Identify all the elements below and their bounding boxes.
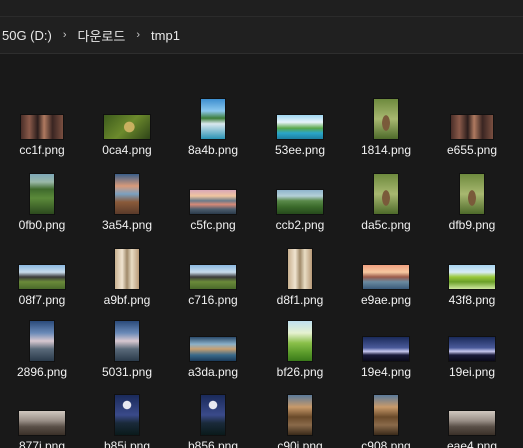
image-thumbnail-corridor	[451, 115, 493, 139]
file-item[interactable]: b856.png	[171, 370, 255, 448]
image-thumbnail-night	[449, 337, 495, 361]
file-item[interactable]: d8f1.png	[258, 224, 342, 307]
image-thumbnail-cabin	[190, 265, 236, 289]
breadcrumb-drive[interactable]: 50G (D:)	[0, 28, 58, 43]
file-item[interactable]: bf26.png	[258, 296, 342, 379]
image-thumbnail-corridor	[21, 115, 63, 139]
image-thumbnail-night	[363, 337, 409, 361]
chevron-right-icon[interactable]: ›	[58, 29, 72, 41]
file-item[interactable]: c5fc.png	[171, 149, 255, 232]
file-item[interactable]: 2896.png	[0, 296, 84, 379]
file-name-label: c908.png	[361, 439, 411, 448]
image-thumbnail-pier	[115, 174, 139, 214]
title-strip	[0, 0, 523, 17]
image-thumbnail-building	[115, 249, 139, 289]
breadcrumb: 50G (D:) › 다운로드 › tmp1	[0, 17, 186, 53]
file-item[interactable]: 5031.png	[85, 296, 169, 379]
address-bar[interactable]: 50G (D:) › 다운로드 › tmp1	[0, 17, 523, 54]
image-thumbnail-cliff	[190, 337, 236, 361]
image-thumbnail-palm	[449, 265, 495, 289]
file-list-pane[interactable]: cc1f.png 0ca4.png 8a4b.png 53ee.png 1814.png…	[0, 54, 523, 448]
image-thumbnail-bird	[460, 174, 484, 214]
image-thumbnail-bird-leaves	[104, 115, 150, 139]
file-name-label: c90i.png	[277, 439, 323, 448]
image-thumbnail-bird	[374, 174, 398, 214]
image-thumbnail-moon	[115, 395, 139, 435]
file-item[interactable]: 0fb0.png	[0, 149, 84, 232]
file-item[interactable]: 53ee.png	[258, 74, 342, 157]
file-item[interactable]: e9ae.png	[344, 224, 428, 307]
image-thumbnail-cabin	[19, 265, 65, 289]
file-item[interactable]: e655.png	[430, 74, 514, 157]
image-thumbnail-lighthouse	[30, 321, 54, 361]
breadcrumb-tmp1[interactable]: tmp1	[145, 28, 186, 43]
file-item[interactable]: a3da.png	[171, 296, 255, 379]
chevron-right-icon[interactable]: ›	[131, 29, 145, 41]
image-thumbnail-rocks-sunset	[363, 265, 409, 289]
file-item[interactable]: 08f7.png	[0, 224, 84, 307]
file-name-label: eae4.png	[446, 439, 498, 448]
image-thumbnail-bird	[374, 99, 398, 139]
breadcrumb-downloads[interactable]: 다운로드	[72, 26, 132, 45]
file-item[interactable]: b85i.png	[85, 370, 169, 448]
image-thumbnail-stairs	[288, 395, 312, 435]
image-thumbnail-meadow	[288, 321, 312, 361]
file-item[interactable]: 19e4.png	[344, 296, 428, 379]
image-thumbnail-rocks	[449, 411, 495, 435]
image-thumbnail-lake	[190, 190, 236, 214]
file-item[interactable]: eae4.png	[430, 370, 514, 448]
file-item[interactable]: 43f8.png	[430, 224, 514, 307]
file-item[interactable]: a9bf.png	[85, 224, 169, 307]
file-item[interactable]: 1814.png	[344, 74, 428, 157]
file-item[interactable]: 19ei.png	[430, 296, 514, 379]
file-item[interactable]: dfb9.png	[430, 149, 514, 232]
image-thumbnail-moon	[201, 395, 225, 435]
file-item[interactable]: c908.png	[344, 370, 428, 448]
file-name-label: 877i.png	[18, 439, 66, 448]
file-item[interactable]: cc1f.png	[0, 74, 84, 157]
image-thumbnail-mountain	[30, 174, 54, 214]
file-name-label: b856.png	[187, 439, 239, 448]
file-item[interactable]: 8a4b.png	[171, 74, 255, 157]
image-thumbnail-coast-wide	[277, 115, 323, 139]
file-item[interactable]: 0ca4.png	[85, 74, 169, 157]
file-item[interactable]: 877i.png	[0, 370, 84, 448]
image-thumbnail-lighthouse	[115, 321, 139, 361]
file-name-label: b85i.png	[103, 439, 151, 448]
file-item[interactable]: c90i.png	[258, 370, 342, 448]
file-item[interactable]: ccb2.png	[258, 149, 342, 232]
file-item[interactable]: c716.png	[171, 224, 255, 307]
image-thumbnail-stairs	[374, 395, 398, 435]
file-explorer-window: 50G (D:) › 다운로드 › tmp1 cc1f.png 0ca4.png 8…	[0, 0, 523, 448]
image-thumbnail-coast	[201, 99, 225, 139]
file-item[interactable]: da5c.png	[344, 149, 428, 232]
image-thumbnail-building	[288, 249, 312, 289]
image-thumbnail-rocks	[19, 411, 65, 435]
file-item[interactable]: 3a54.png	[85, 149, 169, 232]
image-thumbnail-valley	[277, 190, 323, 214]
